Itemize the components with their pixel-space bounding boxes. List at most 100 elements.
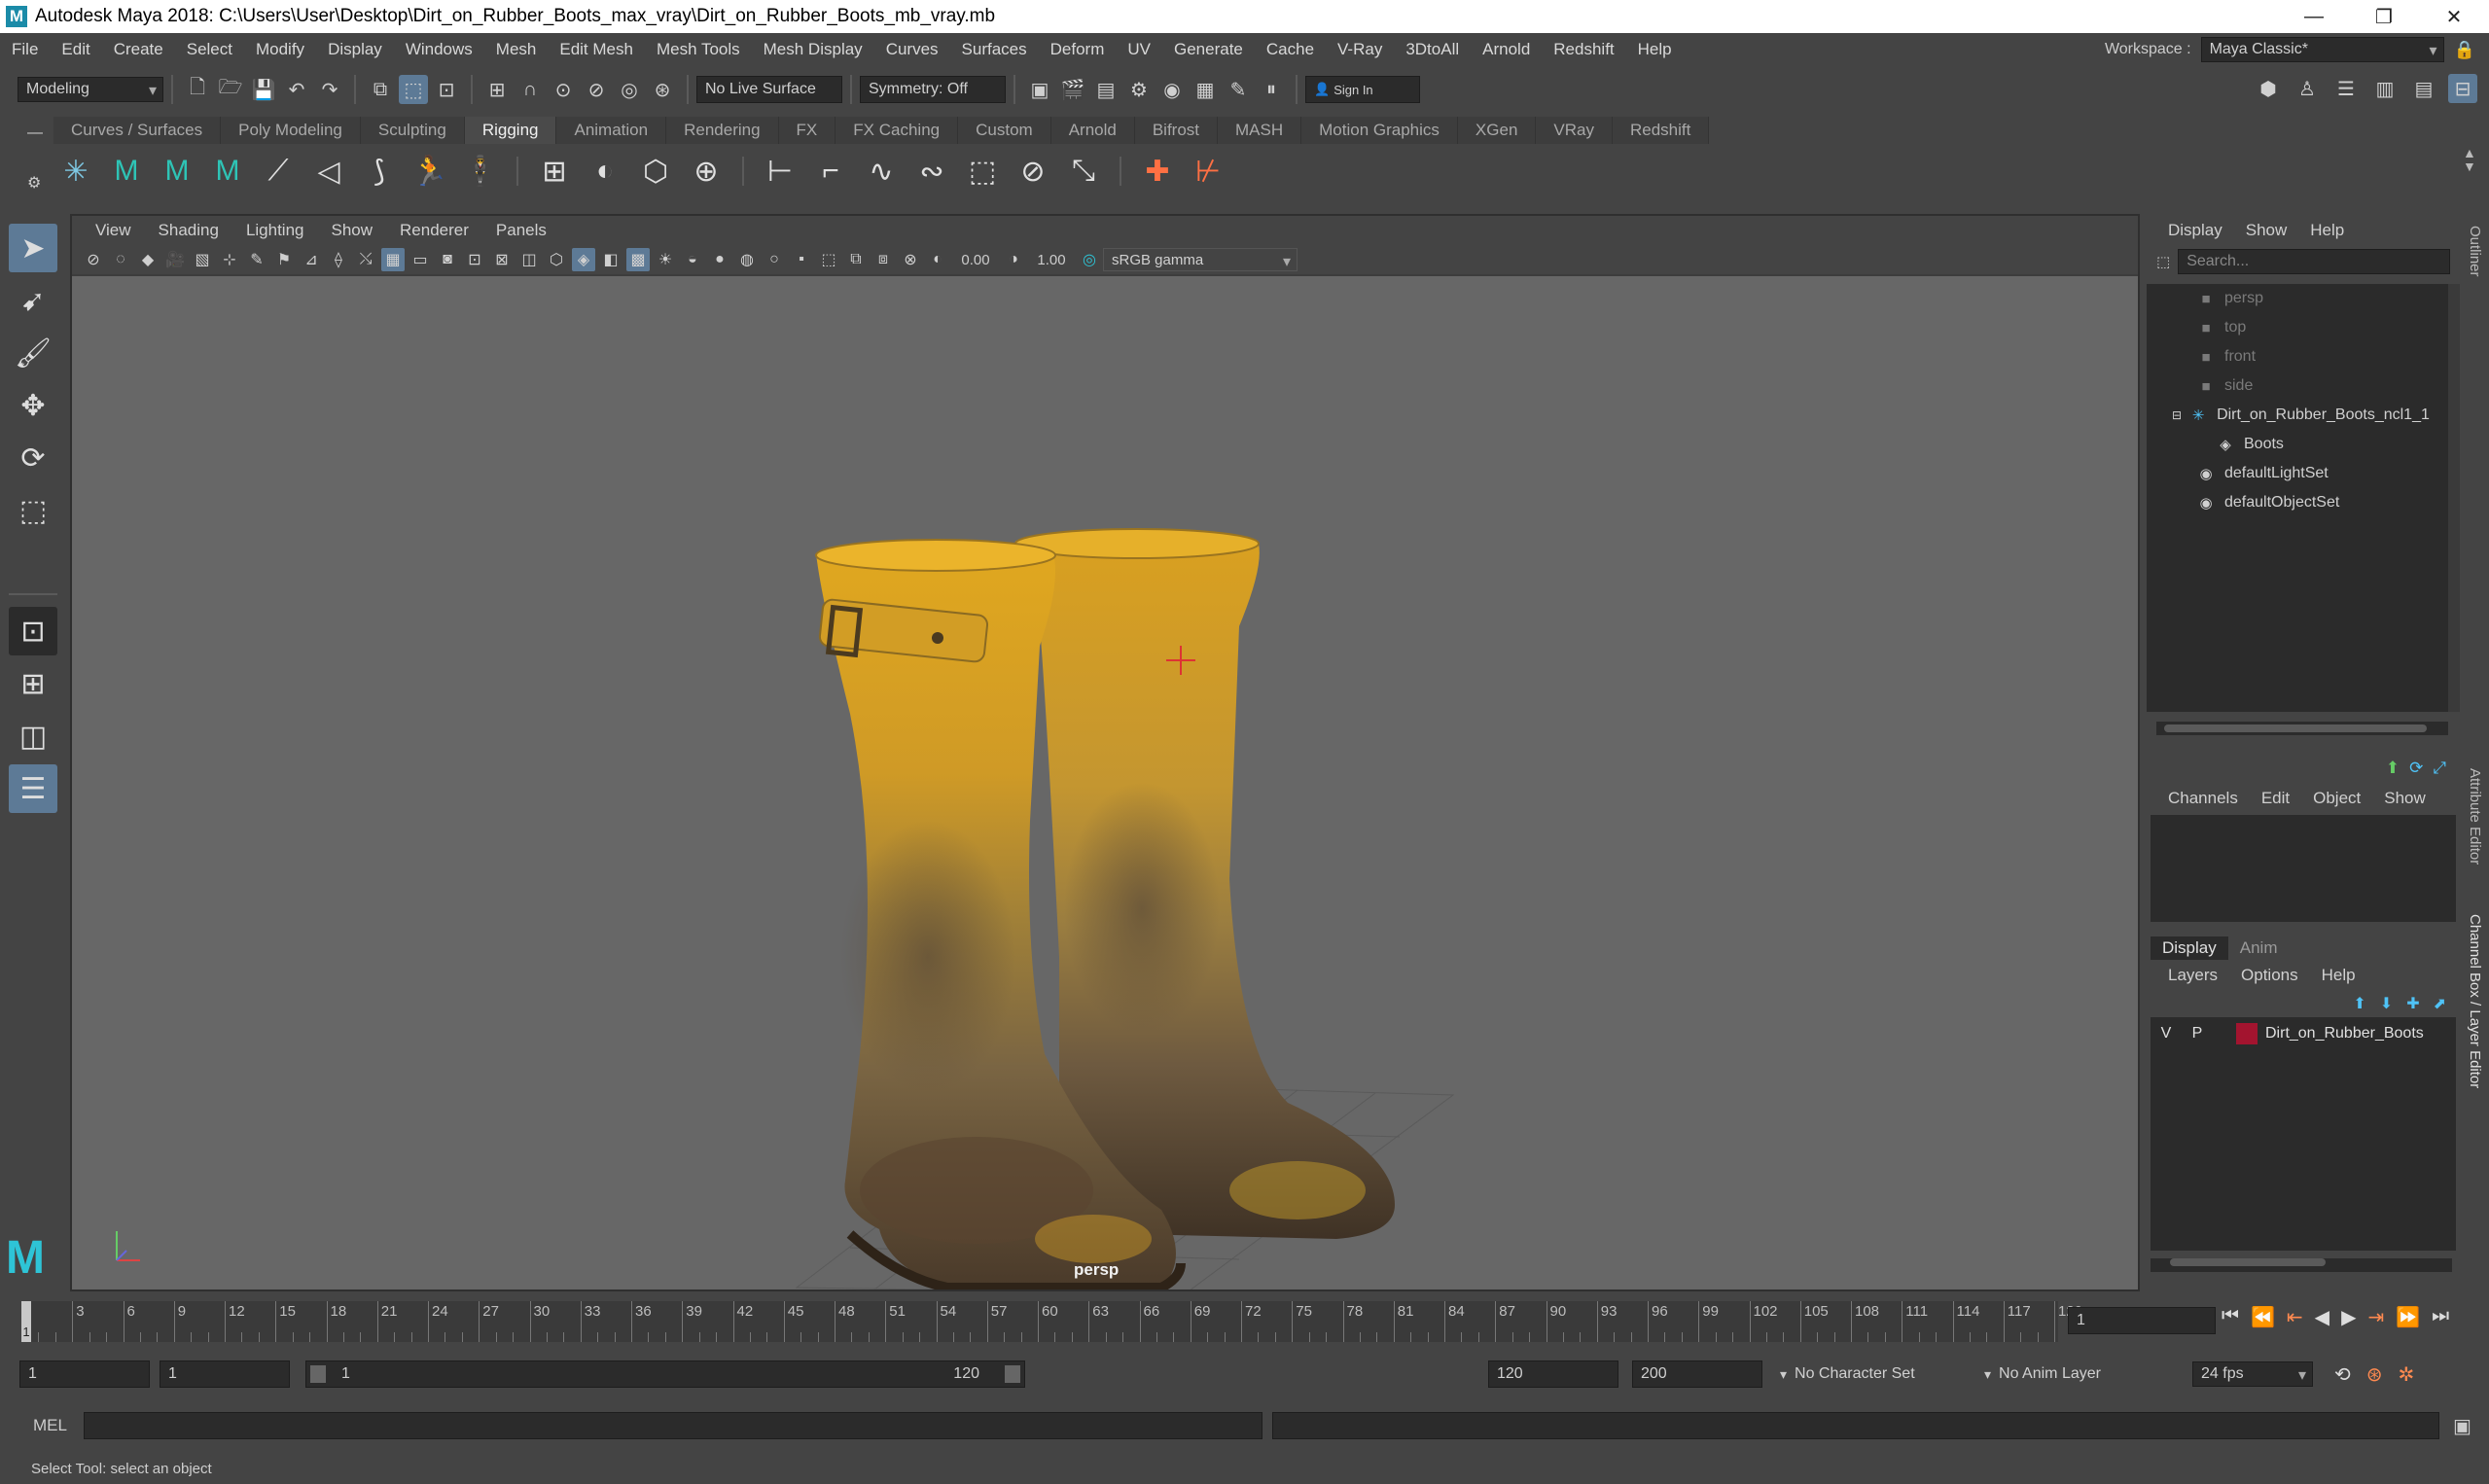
- shelf-tab-sculpting[interactable]: Sculpting: [360, 117, 465, 144]
- safe-action-icon[interactable]: ◙: [436, 248, 459, 271]
- safe-title-icon[interactable]: ⊡: [463, 248, 486, 271]
- viewport-menu-view[interactable]: View: [82, 221, 145, 240]
- layer-menu-help[interactable]: Help: [2310, 966, 2367, 985]
- persp-outliner-layout-icon[interactable]: ◫: [9, 712, 57, 760]
- live-surface-field[interactable]: No Live Surface: [696, 76, 842, 103]
- auto-key-icon[interactable]: ⊛: [2366, 1362, 2383, 1387]
- menu-create[interactable]: Create: [102, 40, 175, 59]
- scale-tool-icon[interactable]: ⬚: [9, 486, 57, 535]
- menu-set-dropdown[interactable]: Modeling: [18, 77, 163, 102]
- isolate-select-icon[interactable]: ⬚: [817, 248, 840, 271]
- ik-handle-icon[interactable]: M: [104, 149, 149, 194]
- hypershade-icon[interactable]: ◉: [1157, 75, 1187, 104]
- outliner-item-boots[interactable]: ◈ Boots: [2147, 430, 2448, 459]
- menu-surfaces[interactable]: Surfaces: [950, 40, 1039, 59]
- outliner-menu-help[interactable]: Help: [2298, 221, 2356, 240]
- layer-visibility-toggle[interactable]: V: [2151, 1025, 2182, 1042]
- lasso-tool-icon[interactable]: ➹: [9, 276, 57, 325]
- ipr-render-icon[interactable]: ▤: [1091, 75, 1120, 104]
- loop-icon[interactable]: ⟲: [2334, 1362, 2351, 1387]
- playback-start-field[interactable]: 1: [160, 1360, 290, 1388]
- pause-render-icon[interactable]: ⏸: [1257, 75, 1286, 104]
- orient-constraint-icon[interactable]: ∾: [909, 149, 954, 194]
- move-layer-up-icon[interactable]: ⬆: [2353, 994, 2365, 1013]
- image-plane-icon[interactable]: ▧: [191, 248, 214, 271]
- gamma-value[interactable]: 1.00: [1027, 252, 1076, 268]
- shelf-tab-redshift[interactable]: Redshift: [1612, 117, 1710, 144]
- light-editor-icon[interactable]: ✎: [1224, 75, 1253, 104]
- channel-box-toggle-icon[interactable]: ▤: [2409, 74, 2438, 103]
- channel-box-menu-edit[interactable]: Edit: [2250, 789, 2301, 808]
- play-forwards-icon[interactable]: ▶: [2341, 1305, 2356, 1329]
- exposure-icon[interactable]: ◐: [926, 248, 949, 271]
- shelf-tab-rendering[interactable]: Rendering: [666, 117, 779, 144]
- outliner-horizontal-scrollbar[interactable]: [2156, 722, 2448, 735]
- anim-layer-dropdown[interactable]: ▾ No Anim Layer: [1984, 1365, 2116, 1383]
- menu-edit-mesh[interactable]: Edit Mesh: [548, 40, 645, 59]
- lock-camera-icon[interactable]: ⚑: [272, 248, 296, 271]
- film-gate-icon[interactable]: ⊿: [300, 248, 323, 271]
- outliner-toggle-icon[interactable]: ⊟: [2448, 74, 2477, 103]
- menu-arnold[interactable]: Arnold: [1471, 40, 1542, 59]
- cluster-icon[interactable]: ⊕: [684, 149, 729, 194]
- human-ik-character-icon[interactable]: 🏃: [408, 149, 452, 194]
- joint-tool-icon[interactable]: ⟋: [256, 149, 301, 194]
- xray-active-icon[interactable]: ⧈: [871, 248, 895, 271]
- snap-to-view-plane-icon[interactable]: ⊘: [582, 75, 611, 104]
- current-time-marker[interactable]: 1: [21, 1301, 31, 1342]
- smooth-shade-all-icon[interactable]: ◈: [572, 248, 595, 271]
- make-live-icon[interactable]: ⊛: [648, 75, 677, 104]
- play-backwards-icon[interactable]: ◀: [2315, 1305, 2329, 1329]
- color-space-dropdown[interactable]: sRGB gamma: [1103, 248, 1298, 271]
- viewport-menu-shading[interactable]: Shading: [145, 221, 232, 240]
- use-all-lights-icon[interactable]: ☀: [654, 248, 677, 271]
- snap-to-curve-icon[interactable]: ∩: [516, 75, 545, 104]
- snap-to-grid-icon[interactable]: ⊞: [482, 75, 512, 104]
- attribute-editor-toggle-icon[interactable]: ☰: [2331, 74, 2361, 103]
- bookmarks-icon[interactable]: ◆: [136, 248, 160, 271]
- mel-label[interactable]: MEL: [33, 1416, 67, 1435]
- skeleton-icon[interactable]: 🕴: [458, 149, 503, 194]
- human-ik-icon[interactable]: ♙: [2293, 74, 2322, 103]
- outliner-layout-icon[interactable]: ☰: [9, 764, 57, 813]
- layer-tab-anim[interactable]: Anim: [2228, 936, 2290, 960]
- viewport-menu-lighting[interactable]: Lighting: [232, 221, 318, 240]
- layer-color-swatch[interactable]: [2236, 1023, 2258, 1044]
- channel-box-menu-channels[interactable]: Channels: [2156, 789, 2250, 808]
- outliner-item-side[interactable]: ■ side: [2147, 371, 2448, 401]
- menu-mesh-display[interactable]: Mesh Display: [752, 40, 874, 59]
- fps-dropdown[interactable]: 24 fps: [2192, 1361, 2313, 1387]
- select-camera-icon[interactable]: ⊘: [82, 248, 105, 271]
- new-scene-icon[interactable]: 🗋: [183, 75, 212, 104]
- scrollbar-thumb[interactable]: [2170, 1258, 2326, 1266]
- layer-menu-layers[interactable]: Layers: [2156, 966, 2229, 985]
- menu-3dtoall[interactable]: 3DtoAll: [1394, 40, 1471, 59]
- point-constraint-icon[interactable]: ∿: [859, 149, 904, 194]
- character-set-dropdown[interactable]: ▾ No Character Set: [1780, 1365, 1950, 1383]
- range-slider-start-handle[interactable]: [310, 1365, 326, 1383]
- outliner-item-default-light-set[interactable]: ◉ defaultLightSet: [2147, 459, 2448, 488]
- shelf-tab-poly-modeling[interactable]: Poly Modeling: [221, 117, 361, 144]
- outliner-item-group[interactable]: ⊟ ✳ Dirt_on_Rubber_Boots_ncl1_1: [2147, 401, 2448, 430]
- range-slider[interactable]: 1 120: [305, 1360, 1025, 1388]
- parent-constraint-icon[interactable]: ⌐: [808, 149, 853, 194]
- playback-end-field[interactable]: 120: [1488, 1360, 1618, 1388]
- menu-file[interactable]: File: [0, 40, 50, 59]
- shelf-tab-vray[interactable]: VRay: [1536, 117, 1613, 144]
- menu-deform[interactable]: Deform: [1039, 40, 1117, 59]
- shelf-tab-motion-graphics[interactable]: Motion Graphics: [1301, 117, 1458, 144]
- menu-vray[interactable]: V-Ray: [1326, 40, 1394, 59]
- step-forward-key-icon[interactable]: ⏩: [2396, 1305, 2420, 1329]
- workspace-dropdown[interactable]: Maya Classic*: [2200, 37, 2444, 62]
- ik-handle-tool-icon[interactable]: ◁: [306, 149, 351, 194]
- field-chart-icon[interactable]: ▭: [409, 248, 432, 271]
- exposure-value[interactable]: 0.00: [951, 252, 1000, 268]
- save-scene-icon[interactable]: 💾: [249, 75, 278, 104]
- shelf-settings-icon[interactable]: ⚙: [27, 173, 41, 193]
- shelf-tab-mash[interactable]: MASH: [1218, 117, 1302, 144]
- range-slider-end-handle[interactable]: [1005, 1365, 1020, 1383]
- filter-icon[interactable]: ⬚: [2156, 253, 2170, 270]
- camera-attributes-icon[interactable]: ◌: [109, 248, 132, 271]
- scale-constraint-icon[interactable]: ⬚: [960, 149, 1005, 194]
- channel-box-menu-object[interactable]: Object: [2301, 789, 2372, 808]
